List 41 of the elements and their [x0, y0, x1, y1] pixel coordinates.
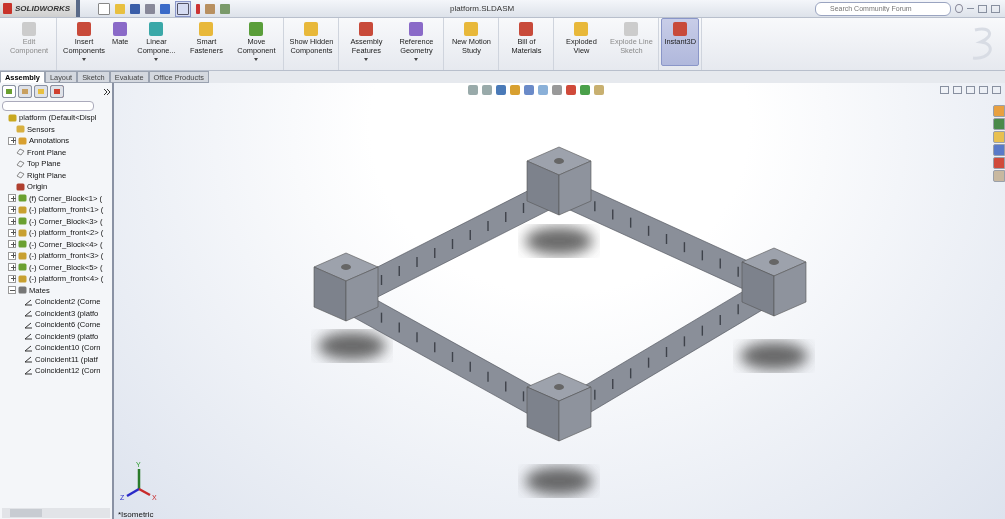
appearance-tab[interactable] — [50, 85, 64, 98]
expander-toggle[interactable] — [8, 205, 16, 214]
document-title: platform.SLDASM — [450, 4, 515, 13]
expander-toggle[interactable] — [8, 194, 16, 203]
caret-icon[interactable] — [254, 58, 259, 61]
filter-field[interactable] — [2, 101, 94, 111]
mate-icon — [24, 297, 33, 306]
close-button[interactable] — [992, 86, 1001, 94]
tile-vertical-button[interactable] — [953, 86, 962, 94]
property-tab[interactable] — [18, 85, 32, 98]
minimize-button[interactable] — [967, 7, 974, 10]
expander-toggle[interactable] — [8, 286, 16, 295]
expander-toggle[interactable] — [8, 263, 16, 272]
select-pointer-icon[interactable] — [175, 0, 192, 17]
restore-button[interactable] — [978, 4, 987, 13]
expander-toggle[interactable] — [8, 251, 16, 260]
caret-icon[interactable] — [414, 58, 419, 61]
expand-chevron-icon[interactable] — [104, 88, 110, 95]
mate-icon — [24, 332, 33, 341]
view-name-label: *Isometric — [118, 510, 154, 519]
mate-icon — [24, 343, 33, 352]
minimize-button[interactable] — [966, 86, 975, 94]
caret-icon[interactable] — [364, 58, 369, 61]
caret-icon[interactable] — [154, 58, 159, 61]
expander-toggle[interactable] — [8, 240, 16, 249]
tile-horizontal-button[interactable] — [940, 86, 949, 94]
restore-button[interactable] — [979, 86, 988, 94]
expander-toggle[interactable] — [8, 217, 16, 226]
mate-icon — [24, 355, 33, 364]
expander-toggle[interactable] — [8, 228, 16, 237]
mate-icon — [24, 320, 33, 329]
expander-toggle[interactable] — [8, 136, 16, 145]
expander-toggle[interactable] — [8, 274, 16, 283]
caret-icon[interactable] — [82, 58, 86, 61]
mate-icon — [24, 366, 33, 375]
feature-tree-tab[interactable] — [2, 85, 16, 98]
mate-icon — [24, 309, 33, 318]
close-button[interactable] — [991, 4, 1000, 13]
horizontal-scrollbar[interactable] — [2, 508, 110, 518]
configuration-tab[interactable] — [34, 85, 48, 98]
app-logo[interactable]: SOLIDWORKS — [0, 0, 77, 17]
